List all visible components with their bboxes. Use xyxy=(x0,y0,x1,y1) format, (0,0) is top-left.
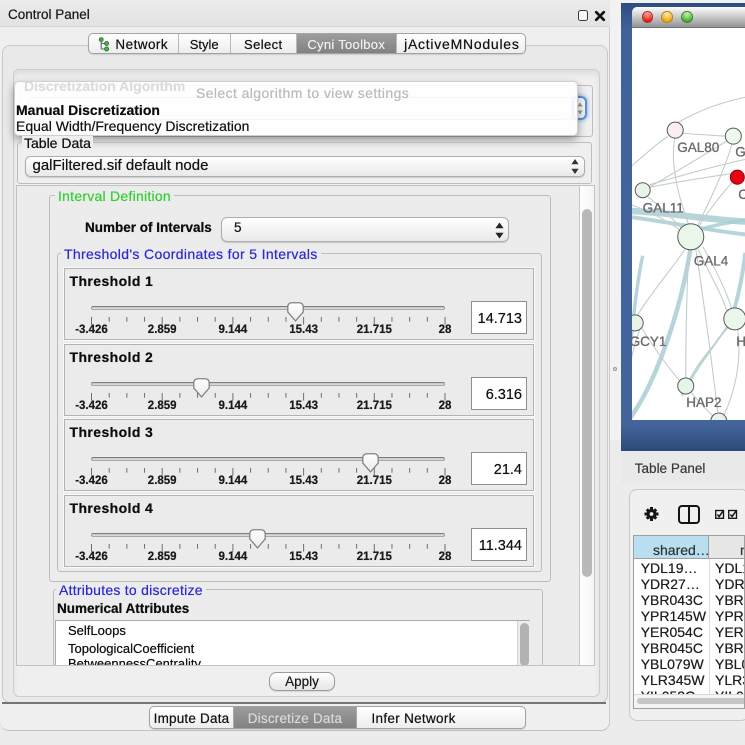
svg-text:HAP2: HAP2 xyxy=(686,394,721,409)
svg-text:C: C xyxy=(738,187,745,202)
svg-text:GCY1: GCY1 xyxy=(632,333,666,348)
svg-text:GAL4: GAL4 xyxy=(693,253,728,268)
svg-text:G.: G. xyxy=(735,144,745,159)
svg-text:GAL80: GAL80 xyxy=(677,140,719,155)
svg-text:HIS: HIS xyxy=(736,333,745,348)
svg-text:GAL11: GAL11 xyxy=(642,200,683,215)
